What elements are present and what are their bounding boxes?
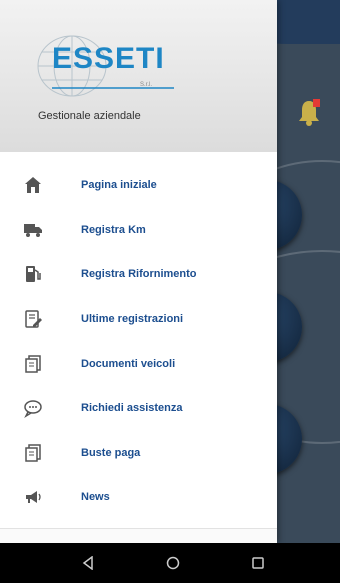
megaphone-icon xyxy=(23,487,43,507)
logo-text: ESSETI xyxy=(52,42,165,75)
menu-item-label: Pagina iniziale xyxy=(81,179,157,192)
menu-item-registra-km[interactable]: Registra Km xyxy=(0,208,277,253)
drawer-header: ESSETI S.r.l. Gestionale aziendale xyxy=(0,0,277,152)
menu-item-label: Buste paga xyxy=(81,446,141,459)
menu-item-buste-paga[interactable]: Buste paga xyxy=(0,431,277,476)
drawer-menu: Pagina iniziale Registra Km Registra Rif… xyxy=(0,163,277,520)
edit-note-icon xyxy=(23,309,43,329)
menu-item-registra-rifornimento[interactable]: Registra Rifornimento xyxy=(0,252,277,297)
home-circle-icon[interactable] xyxy=(163,553,183,573)
header-caption: Gestionale aziendale xyxy=(38,110,141,122)
system-navigation-bar xyxy=(0,543,340,583)
menu-item-ultime-registrazioni[interactable]: Ultime registrazioni xyxy=(0,297,277,342)
menu-item-richiedi-assistenza[interactable]: Richiedi assistenza xyxy=(0,386,277,431)
menu-item-label: Ultime registrazioni xyxy=(81,313,184,326)
menu-item-documenti-veicoli[interactable]: Documenti veicoli xyxy=(0,341,277,386)
documents-icon xyxy=(23,354,43,374)
payslip-icon xyxy=(23,443,43,463)
chat-bubble-icon xyxy=(23,398,43,419)
drawer-footer-divider xyxy=(0,528,277,543)
menu-item-label: Registra Km xyxy=(81,223,146,236)
menu-item-label: News xyxy=(81,491,110,504)
menu-item-pagina-iniziale[interactable]: Pagina iniziale xyxy=(0,163,277,208)
logo-subtext: S.r.l. xyxy=(140,82,153,88)
navigation-drawer: ESSETI S.r.l. Gestionale aziendale Pagin… xyxy=(0,0,277,543)
notification-bell-icon xyxy=(299,99,320,126)
menu-item-label: Richiedi assistenza xyxy=(81,402,183,415)
fuel-pump-icon xyxy=(23,264,43,284)
recents-square-icon[interactable] xyxy=(248,553,268,573)
menu-item-news[interactable]: News xyxy=(0,475,277,520)
home-icon xyxy=(23,175,43,195)
menu-item-label: Documenti veicoli xyxy=(81,357,176,370)
back-icon[interactable] xyxy=(78,553,98,573)
menu-item-label: Registra Rifornimento xyxy=(81,268,197,281)
truck-icon xyxy=(23,220,43,240)
